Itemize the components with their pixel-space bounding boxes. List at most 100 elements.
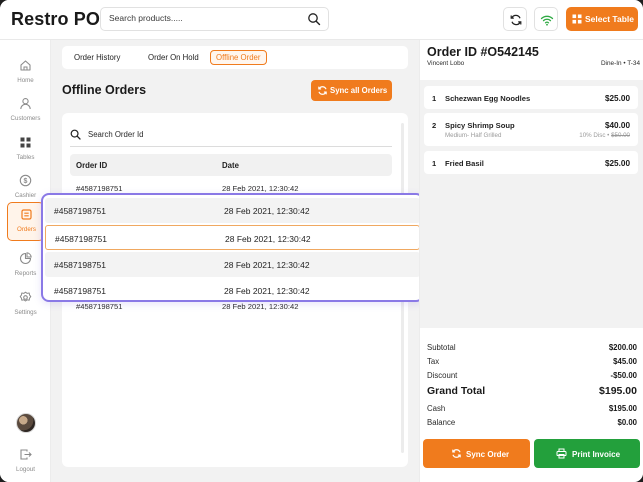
sidebar-item-settings[interactable]: Settings [7,286,44,325]
product-search-input[interactable]: Search products..... [100,7,329,31]
order-id-search-input[interactable]: Search Order Id [70,121,392,147]
top-header: Restro POS Search products..... Select T… [0,0,643,40]
item-name: Spicy Shrimp Soup [445,121,515,130]
item-qty: 1 [432,159,437,168]
table-row-selected[interactable]: #4587198751 28 Feb 2021, 12:30:42 [45,225,420,250]
page-title: Offline Orders [62,83,147,97]
sync-order-label: Sync Order [466,450,510,459]
print-invoice-button[interactable]: Print Invoice [534,439,640,468]
tax-row: Tax $45.00 [427,357,637,369]
order-id-title: Order ID #O542145 [427,45,539,59]
item-price: $25.00 [604,159,630,168]
sidebar-item-orders[interactable]: Orders [7,202,44,241]
sync-order-button[interactable]: Sync Order [423,439,530,468]
tab-offline-order[interactable]: Offline Order [210,50,267,65]
grand-total-label: Grand Total [427,385,486,397]
table-row[interactable]: #4587198751 28 Feb 2021, 12:30:42 [45,252,420,277]
item-name: Fried Basil [445,159,484,168]
column-header-date: Date [222,161,239,170]
sidebar-item-label: Tables [16,154,35,161]
grid-icon [20,137,31,148]
wifi-button[interactable] [534,7,558,31]
order-item[interactable]: 1 Fried Basil $25.00 [424,151,638,174]
order-item[interactable]: 2 Spicy Shrimp Soup $40.00 Medium- Half … [424,113,638,146]
avatar[interactable] [16,413,36,433]
item-qty: 1 [432,94,437,103]
grand-total-row: Grand Total $195.00 [427,385,637,398]
sidebar-item-home[interactable]: Home [7,54,44,93]
search-icon [70,129,81,140]
balance-label: Balance [427,418,456,427]
sync-icon [318,86,327,95]
user-icon [20,98,31,110]
item-price: $25.00 [604,94,630,103]
settings-icon [19,291,32,302]
item-name: Schezwan Egg Noodles [445,94,531,103]
subtotal-label: Subtotal [427,343,456,352]
date-cell: 28 Feb 2021, 12:30:42 [224,206,310,216]
sidebar-item-label: Home [17,77,34,84]
tax-label: Tax [427,357,440,366]
discount-label: Discount [427,371,458,380]
customer-name: Vincent Lobo [427,60,465,67]
order-detail-panel: Order ID #O542145 Vincent Lobo Dine-In •… [419,40,643,482]
item-modifier: Medium- Half Grilled [445,132,502,139]
tab-order-history[interactable]: Order History [69,50,125,65]
cash-value: $195.00 [608,404,637,413]
order-id-cell: #4587198751 [76,302,123,311]
pie-chart-icon [19,252,32,265]
dollar-icon: $ [19,174,32,187]
orders-icon [21,209,32,220]
grand-total-value: $195.00 [599,385,637,397]
discount-row: Discount -$50.00 [427,371,637,383]
printer-icon [556,448,567,459]
subtotal-value: $200.00 [608,343,637,352]
date-cell: 28 Feb 2021, 12:30:42 [224,286,310,296]
refresh-icon [510,14,522,26]
sync-all-orders-button[interactable]: Sync all Orders [311,80,392,101]
column-header-order-id: Order ID [76,161,108,170]
tax-value: $45.00 [613,357,637,366]
date-cell: 28 Feb 2021, 12:30:42 [222,302,299,311]
order-id-cell: #4587198751 [76,184,123,193]
home-icon [20,60,31,71]
order-item[interactable]: 1 Schezwan Egg Noodles $25.00 [424,86,638,109]
date-cell: 28 Feb 2021, 12:30:42 [225,234,311,244]
order-type-table: Dine-In • T-34 [600,60,640,67]
cash-label: Cash [427,404,446,413]
table-row[interactable]: #4587198751 28 Feb 2021, 12:30:42 [45,278,420,300]
item-qty: 2 [432,121,437,130]
tab-order-on-hold[interactable]: Order On Hold [143,50,204,65]
brand-logo: Restro POS [11,9,113,29]
item-discount: 10% Disc • $50.00 [579,132,630,139]
table-grid-icon [572,14,582,24]
order-id-cell: #4587198751 [54,206,107,216]
logout-icon [20,449,32,460]
select-table-button[interactable]: Select Table [566,7,638,31]
item-old-price: $50.00 [611,132,630,139]
order-search-placeholder: Search Order Id [88,130,144,139]
product-search-placeholder: Search products..... [109,13,183,23]
svg-text:$: $ [24,178,28,185]
discount-value: -$50.00 [610,371,637,380]
refresh-button[interactable] [503,7,527,31]
table-row[interactable]: #4587198751 28 Feb 2021, 12:30:42 [70,302,392,312]
table-row[interactable]: #4587198751 28 Feb 2021, 12:30:42 [45,198,420,223]
item-discount-label: 10% Disc • [579,132,610,139]
order-id-cell: #4587198751 [54,260,107,270]
logout-button[interactable]: Logout [7,443,44,482]
order-id-cell: #4587198751 [55,234,108,244]
sidebar-item-customers[interactable]: Customers [7,92,44,131]
sidebar-item-label: Settings [14,309,37,316]
balance-value: $0.00 [617,418,637,427]
print-invoice-label: Print Invoice [572,450,621,459]
sidebar-item-tables[interactable]: Tables [7,131,44,170]
item-price: $40.00 [604,121,630,130]
table-header: Order ID Date [70,154,392,176]
select-table-label: Select Table [585,14,634,24]
search-icon [307,12,321,31]
wifi-icon [540,15,554,26]
sidebar-item-reports[interactable]: Reports [7,247,44,286]
order-id-cell: #4587198751 [54,286,107,296]
app-window: Restro POS Search products..... Select T… [0,0,643,482]
